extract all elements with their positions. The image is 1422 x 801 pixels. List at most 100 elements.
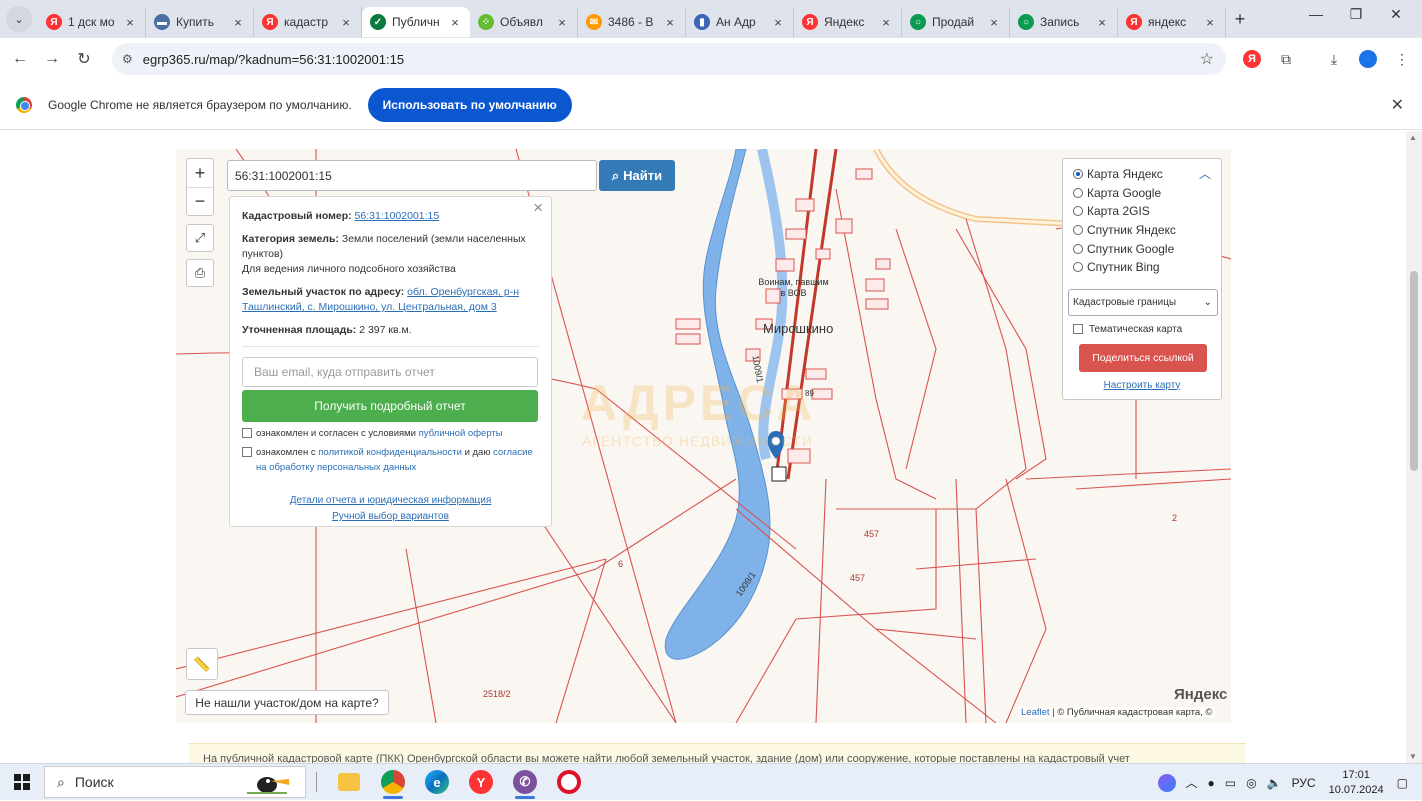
basemap-radio[interactable] bbox=[1073, 262, 1083, 273]
tab-close-icon[interactable]: × bbox=[663, 15, 677, 30]
details-link[interactable]: Детали отчета и юридическая информация bbox=[242, 493, 539, 509]
taskbar-search[interactable]: ⌕ Поиск bbox=[44, 766, 306, 798]
address-url[interactable]: egrp365.ru/map/?kadnum=56:31:1002001:15 bbox=[143, 52, 404, 67]
reload-icon[interactable]: ↻ bbox=[68, 49, 100, 69]
privacy-checkbox[interactable] bbox=[242, 447, 252, 457]
browser-tab[interactable]: ▬ Купить × bbox=[146, 7, 254, 37]
browser-tab[interactable]: Я 1 дск мо × bbox=[38, 7, 146, 37]
browser-tab[interactable]: Якадастр × bbox=[254, 7, 362, 37]
notifications-icon[interactable]: ▢ bbox=[1397, 776, 1408, 790]
not-found-button[interactable]: Не нашли участок/дом на карте? bbox=[185, 690, 389, 715]
basemap-option[interactable]: Спутник Google bbox=[1073, 239, 1211, 258]
window-close-icon[interactable]: ✕ bbox=[1376, 6, 1416, 23]
taskbar-yandex-browser[interactable]: Y bbox=[459, 764, 503, 800]
thematic-checkbox[interactable] bbox=[1073, 324, 1083, 335]
tab-close-icon[interactable]: × bbox=[879, 15, 893, 30]
kadnum-link[interactable]: 56:31:1002001:15 bbox=[355, 210, 440, 222]
print-icon[interactable]: ⎙ bbox=[186, 259, 214, 287]
cadastral-search-input[interactable]: 56:31:1002001:15 bbox=[227, 160, 597, 191]
profile-avatar-icon[interactable] bbox=[1357, 48, 1379, 70]
scroll-up-arrow-icon[interactable]: ▲ bbox=[1409, 133, 1417, 142]
chrome-menu-icon[interactable]: ⋮ bbox=[1391, 48, 1413, 70]
browser-tab[interactable]: Я Яндекс × bbox=[794, 7, 902, 37]
taskbar-viber[interactable]: ✆ bbox=[503, 764, 547, 800]
tab-close-icon[interactable]: × bbox=[771, 15, 785, 30]
get-report-button[interactable]: Получить подробный отчет bbox=[242, 390, 538, 422]
basemap-radio[interactable] bbox=[1073, 243, 1083, 254]
scroll-down-arrow-icon[interactable]: ▼ bbox=[1409, 752, 1417, 761]
clock[interactable]: 17:01 10.07.2024 bbox=[1329, 768, 1384, 798]
address-bar[interactable]: ⚙ egrp365.ru/map/?kadnum=56:31:1002001:1… bbox=[112, 43, 1226, 75]
scrollbar-thumb[interactable] bbox=[1410, 271, 1418, 471]
forward-arrow-icon[interactable]: → bbox=[36, 50, 68, 68]
collapse-chevron-icon[interactable]: ︿ bbox=[1199, 165, 1211, 182]
minimize-icon[interactable]: — bbox=[1296, 6, 1336, 22]
windows-start-icon[interactable] bbox=[0, 774, 44, 790]
email-input[interactable]: Ваш email, куда отправить отчет bbox=[242, 357, 538, 387]
manual-select-link[interactable]: Ручной выбор вариантов bbox=[242, 509, 539, 525]
basemap-radio[interactable] bbox=[1073, 169, 1083, 180]
site-info-icon[interactable]: ⚙ bbox=[122, 52, 133, 66]
page-scrollbar[interactable]: ▲ ▼ bbox=[1406, 131, 1422, 763]
basemap-option[interactable]: Спутник Яндекс bbox=[1073, 221, 1211, 240]
tab-search-chevron-icon[interactable]: ⌄ bbox=[6, 6, 32, 32]
share-link-button[interactable]: Поделиться ссылкой bbox=[1079, 343, 1207, 372]
ruler-icon[interactable]: 📏 bbox=[186, 648, 218, 680]
configure-map-link[interactable]: Настроить карту bbox=[1073, 380, 1211, 391]
yandex-extension-icon[interactable]: Я bbox=[1241, 48, 1263, 70]
basemap-radio[interactable] bbox=[1073, 206, 1083, 217]
taskbar-edge[interactable]: e bbox=[415, 764, 459, 800]
privacy-checkbox-row[interactable]: ознакомлен с политикой конфиденциальност… bbox=[242, 445, 539, 475]
browser-tab[interactable]: ▮ Ан Адр × bbox=[686, 7, 794, 37]
taskbar-opera[interactable] bbox=[547, 764, 591, 800]
offer-link[interactable]: публичной оферты bbox=[419, 428, 503, 439]
tab-close-icon[interactable]: × bbox=[1203, 15, 1217, 30]
privacy-link[interactable]: политикой конфиденциальности bbox=[318, 447, 462, 458]
infobar-close-icon[interactable]: ✕ bbox=[1391, 95, 1404, 115]
maximize-icon[interactable]: ❐ bbox=[1336, 6, 1376, 23]
fullscreen-icon[interactable]: ⤢ bbox=[186, 224, 214, 252]
thematic-checkbox-row[interactable]: Тематическая карта bbox=[1073, 324, 1211, 335]
volume-icon[interactable]: 🔈 bbox=[1267, 776, 1282, 790]
bookmark-star-icon[interactable]: ☆ bbox=[1200, 49, 1214, 69]
tab-close-icon[interactable]: × bbox=[1095, 15, 1109, 30]
basemap-radio[interactable] bbox=[1073, 187, 1083, 198]
tab-close-icon[interactable]: × bbox=[555, 15, 569, 30]
taskbar-explorer[interactable] bbox=[327, 764, 371, 800]
battery-icon[interactable]: ▭ bbox=[1225, 776, 1236, 790]
popup-close-icon[interactable]: × bbox=[533, 199, 543, 216]
find-button[interactable]: ⌕ Найти bbox=[599, 160, 675, 191]
language-indicator[interactable]: РУС bbox=[1292, 776, 1316, 790]
overlay-select[interactable]: Кадастровые границы ⌄ bbox=[1068, 288, 1218, 316]
download-icon[interactable]: ⤓ bbox=[1323, 48, 1345, 70]
back-arrow-icon[interactable]: ← bbox=[4, 50, 36, 68]
browser-tab[interactable]: ○ Запись × bbox=[1010, 7, 1118, 37]
browser-tab[interactable]: ⁘ Объявл × bbox=[470, 7, 578, 37]
tab-close-icon[interactable]: × bbox=[231, 15, 245, 30]
tab-close-icon[interactable]: × bbox=[339, 15, 353, 30]
basemap-option[interactable]: Спутник Bing bbox=[1073, 258, 1211, 277]
set-default-button[interactable]: Использовать по умолчанию bbox=[367, 87, 572, 122]
basemap-option[interactable]: Карта Яндекс bbox=[1073, 165, 1211, 184]
zoom-out-button[interactable]: − bbox=[187, 187, 213, 215]
tab-close-icon[interactable]: × bbox=[448, 15, 462, 30]
offer-checkbox[interactable] bbox=[242, 428, 252, 438]
browser-tab[interactable]: ✉ 3486 - В × bbox=[578, 7, 686, 37]
tab-close-icon[interactable]: × bbox=[123, 15, 137, 30]
extensions-puzzle-icon[interactable]: ⧉ bbox=[1275, 48, 1297, 70]
basemap-radio[interactable] bbox=[1073, 225, 1083, 236]
tray-app-icon[interactable]: ● bbox=[1208, 776, 1215, 790]
browser-tab[interactable]: ○ Продай × bbox=[902, 7, 1010, 37]
tray-chevron-icon[interactable]: ︿ bbox=[1186, 774, 1198, 791]
new-tab-plus-icon[interactable]: + bbox=[1226, 9, 1254, 30]
assistant-icon[interactable] bbox=[1157, 773, 1176, 792]
basemap-option[interactable]: Карта 2GIS bbox=[1073, 202, 1211, 221]
offer-checkbox-row[interactable]: ознакомлен и согласен с условиями публич… bbox=[242, 426, 539, 441]
basemap-option[interactable]: Карта Google bbox=[1073, 184, 1211, 203]
taskbar-chrome[interactable] bbox=[371, 764, 415, 800]
network-icon[interactable]: ◎ bbox=[1246, 776, 1256, 790]
browser-tab[interactable]: Яяндекс × bbox=[1118, 7, 1226, 37]
browser-tab[interactable]: ✓ Публичн × bbox=[362, 7, 470, 37]
leaflet-link[interactable]: Leaflet bbox=[1021, 707, 1050, 718]
zoom-in-button[interactable]: + bbox=[187, 159, 213, 187]
